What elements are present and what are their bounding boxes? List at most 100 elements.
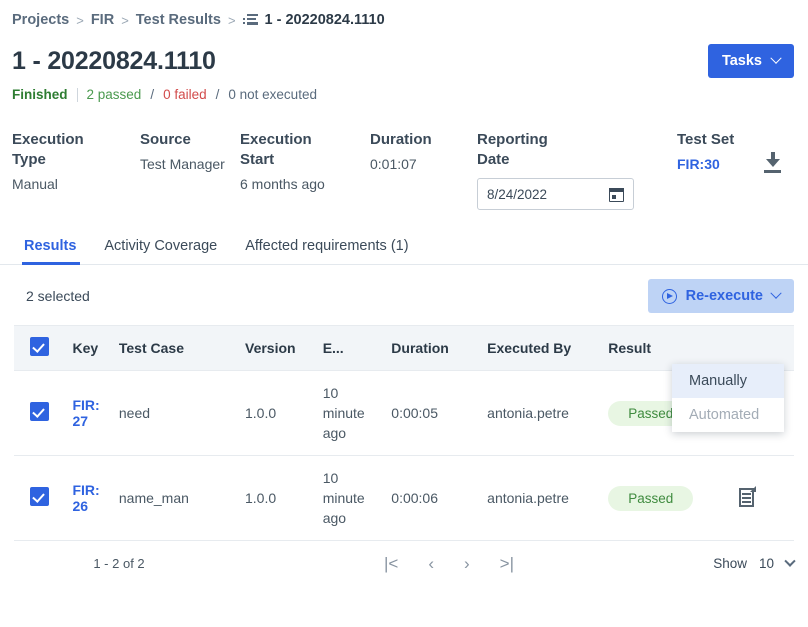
download-icon[interactable] (762, 152, 784, 174)
breadcrumb-item-fir[interactable]: FIR (91, 12, 114, 28)
page-size-value: 10 (758, 556, 774, 571)
column-header-executed[interactable]: E... (316, 326, 386, 371)
select-all-checkbox[interactable] (30, 337, 49, 356)
tab-affected-requirements[interactable]: Affected requirements (1) (231, 232, 422, 264)
page-title: 1 - 20220824.1110 (12, 46, 216, 75)
cell-duration: 0:00:06 (385, 455, 482, 541)
status-separator: / (215, 87, 220, 102)
meta-label-execution-start: Execution Start (240, 131, 312, 168)
meta-value-execution-type: Manual (12, 176, 58, 192)
breadcrumb-separator: > (227, 12, 236, 28)
first-page-button[interactable]: |< (384, 555, 398, 572)
meta-test-set: Test Set FIR:30 (677, 130, 762, 174)
chevron-down-icon (770, 52, 782, 64)
result-badge: Passed (608, 485, 694, 511)
breadcrumb-current: 1 - 20220824.1110 (242, 12, 385, 28)
row-select-cell (14, 370, 67, 456)
key-link[interactable]: FIR:26 (72, 482, 99, 514)
cell-version: 1.0.0 (239, 370, 317, 456)
tab-activity-coverage[interactable]: Activity Coverage (90, 232, 231, 264)
pagination-range: 1 - 2 of 2 (93, 556, 145, 571)
test-results-icon (242, 13, 259, 27)
breadcrumb-item-test-results[interactable]: Test Results (136, 12, 221, 28)
results-table-card: Key Test Case Version E... Duration Exec… (14, 325, 794, 541)
chevron-down-icon (770, 287, 782, 299)
breadcrumb-item-projects[interactable]: Projects (12, 12, 69, 28)
meta-value-test-set[interactable]: FIR:30 (677, 154, 762, 174)
row-checkbox[interactable] (30, 487, 49, 506)
cell-executed: 10 minute ago (316, 370, 386, 456)
status-badge: Finished (12, 87, 68, 102)
show-label: Show (713, 556, 747, 571)
status-separator: / (150, 87, 155, 102)
cell-executed-by: antonia.petre (481, 370, 603, 456)
cell-test-case: need (112, 370, 239, 456)
cell-result: Passed (602, 455, 734, 541)
column-header-key[interactable]: Key (66, 326, 113, 371)
meta-execution-start: Execution Start 6 months ago (240, 130, 370, 194)
re-execute-button[interactable]: Re-execute (647, 279, 794, 313)
meta-label-reporting-date: Reporting Date (477, 131, 548, 168)
cell-key: FIR:27 (66, 370, 113, 456)
column-header-duration[interactable]: Duration (385, 326, 482, 371)
cell-key: FIR:26 (66, 455, 113, 541)
meta-value-source: Test Manager (140, 156, 225, 172)
meta-label-test-set: Test Set (677, 131, 735, 148)
reporting-date-value: 8/24/2022 (487, 186, 548, 202)
breadcrumb-current-label: 1 - 20220824.1110 (264, 12, 385, 28)
meta-source: Source Test Manager (140, 130, 240, 174)
play-circle-icon (661, 288, 677, 304)
metadata-grid: Execution Type Manual Source Test Manage… (0, 102, 808, 210)
calendar-icon[interactable] (609, 187, 624, 202)
status-divider (76, 87, 78, 102)
breadcrumb: Projects > FIR > Test Results > 1 - 2022… (0, 0, 808, 32)
table-row[interactable]: FIR:26 name_man 1.0.0 10 minute ago 0:00… (14, 455, 794, 541)
meta-reporting-date: Reporting Date 8/24/2022 (477, 130, 677, 210)
title-row: 1 - 20220824.1110 Tasks (0, 32, 808, 78)
re-execute-dropdown-menu: Manually Automated (672, 364, 784, 432)
next-page-button[interactable]: › (464, 555, 470, 572)
table-footer: 1 - 2 of 2 |< ‹ › >| Show 10 (0, 541, 808, 572)
meta-value-execution-start: 6 months ago (240, 176, 325, 192)
results-toolbar: 2 selected Re-execute (0, 265, 808, 313)
meta-label-execution-type: Execution Type (12, 131, 84, 168)
cell-version: 1.0.0 (239, 455, 317, 541)
cell-executed: 10 minute ago (316, 455, 386, 541)
cell-actions (733, 455, 794, 541)
meta-execution-type: Execution Type Manual (12, 130, 140, 194)
last-page-button[interactable]: >| (500, 555, 514, 572)
document-report-icon[interactable] (739, 486, 757, 507)
column-header-test-case[interactable]: Test Case (112, 326, 239, 371)
status-failed: 0 failed (163, 87, 207, 102)
breadcrumb-separator: > (121, 12, 129, 28)
cell-duration: 0:00:05 (385, 370, 482, 456)
meta-label-source: Source (140, 131, 191, 148)
pagination-controls: |< ‹ › >| (224, 555, 674, 572)
meta-label-duration: Duration (370, 131, 432, 148)
cell-executed-by: antonia.petre (481, 455, 603, 541)
status-not-executed: 0 not executed (228, 87, 317, 102)
menu-item-automated: Automated (689, 407, 760, 423)
menu-item-manually[interactable]: Manually (672, 364, 784, 398)
status-summary: Finished 2 passed / 0 failed / 0 not exe… (0, 78, 808, 102)
status-passed: 2 passed (86, 87, 142, 102)
key-link[interactable]: FIR:27 (72, 397, 99, 429)
re-execute-label: Re-execute (685, 288, 763, 304)
row-checkbox[interactable] (30, 402, 49, 421)
select-all-header (14, 326, 67, 371)
row-select-cell (14, 455, 67, 541)
meta-duration: Duration 0:01:07 (370, 130, 477, 174)
tasks-button[interactable]: Tasks (707, 44, 794, 78)
chevron-down-icon[interactable] (784, 555, 796, 567)
cell-test-case: name_man (112, 455, 239, 541)
prev-page-button[interactable]: ‹ (428, 555, 434, 572)
column-header-version[interactable]: Version (239, 326, 317, 371)
column-header-executed-by[interactable]: Executed By (481, 326, 603, 371)
results-table: Key Test Case Version E... Duration Exec… (14, 326, 794, 541)
tab-bar: Results Activity Coverage Affected requi… (0, 210, 808, 265)
meta-value-duration: 0:01:07 (370, 156, 417, 172)
tasks-button-label: Tasks (721, 53, 762, 69)
tab-results[interactable]: Results (12, 232, 90, 265)
reporting-date-input[interactable]: 8/24/2022 (477, 178, 634, 210)
page-size-selector[interactable]: Show 10 (674, 555, 796, 571)
